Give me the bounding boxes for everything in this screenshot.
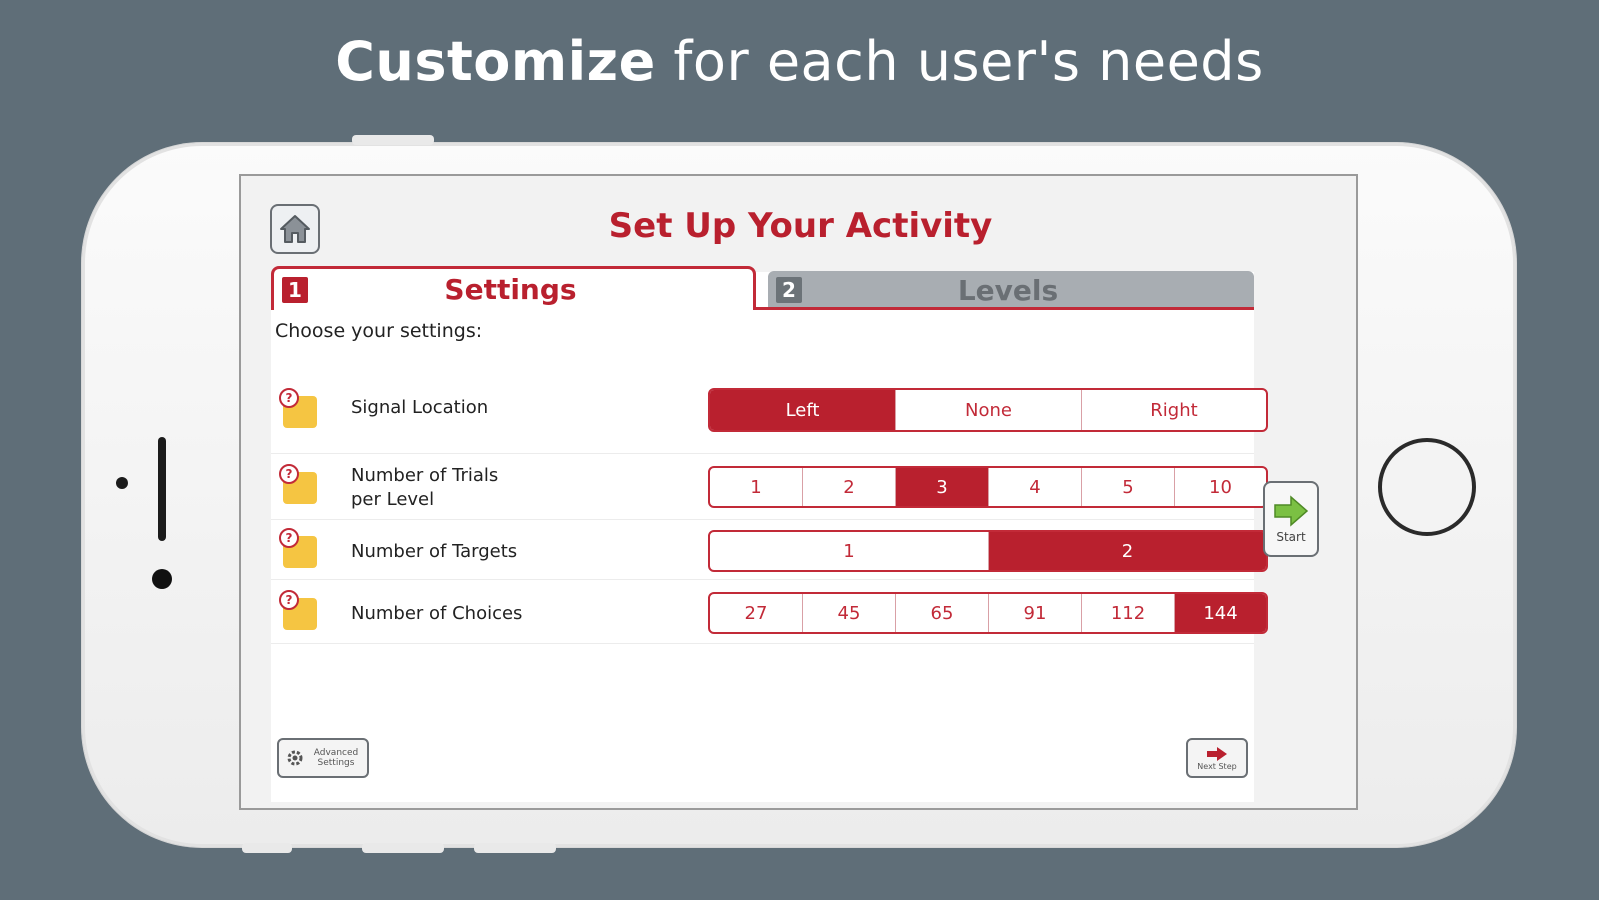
tab-settings-number: 1 — [282, 276, 308, 303]
headline-bold: Customize — [335, 30, 656, 93]
phone-camera — [152, 569, 172, 589]
advanced-label-line2: Settings — [317, 758, 355, 768]
advanced-label-line1: Advanced — [313, 748, 359, 758]
next-step-button[interactable]: Next Step — [1186, 738, 1248, 778]
choices-selector: 27 45 65 91 112 144 — [708, 592, 1268, 634]
trials-option[interactable]: 1 — [710, 468, 803, 506]
choices-option[interactable]: 65 — [896, 594, 989, 632]
start-arrow-icon — [1274, 495, 1309, 527]
phone-bottom-button-2 — [362, 843, 444, 853]
trials-option[interactable]: 10 — [1175, 468, 1266, 506]
help-icon[interactable]: ? — [279, 464, 299, 484]
advanced-settings-label: Advanced Settings — [305, 748, 367, 768]
page-title: Set Up Your Activity — [608, 206, 993, 246]
choices-option[interactable]: 45 — [803, 594, 896, 632]
help-icon[interactable]: ? — [279, 528, 299, 548]
trials-option[interactable]: 5 — [1082, 468, 1175, 506]
trials-label-line1: Number of Trials — [351, 465, 499, 486]
choices-option[interactable]: 27 — [710, 594, 803, 632]
trials-selector: 1 2 3 4 5 10 — [708, 466, 1268, 508]
trials-option[interactable]: 3 — [896, 468, 989, 506]
choices-label: Number of Choices — [351, 603, 523, 624]
trials-label: Number of Trials per Level — [351, 464, 498, 512]
next-arrow-icon — [1207, 746, 1227, 761]
targets-icon: ? — [279, 528, 319, 568]
signal-location-option-left[interactable]: Left — [710, 390, 896, 430]
choices-icon: ? — [279, 590, 319, 630]
signal-location-icon: ? — [279, 388, 319, 428]
phone-sensor — [116, 477, 128, 489]
phone-bottom-button-3 — [474, 843, 556, 853]
tab-settings-label: Settings — [444, 273, 577, 306]
help-icon[interactable]: ? — [279, 590, 299, 610]
headline: Customize for each user's needs — [0, 30, 1599, 93]
advanced-settings-button[interactable]: Advanced Settings — [277, 738, 369, 778]
choices-option[interactable]: 144 — [1175, 594, 1266, 632]
signal-location-option-right[interactable]: Right — [1082, 390, 1266, 430]
setting-row-signal-location: ? Signal Location Left None Right — [271, 366, 1268, 454]
targets-option[interactable]: 2 — [989, 532, 1266, 570]
tab-levels[interactable]: 2 Levels — [768, 271, 1254, 309]
signal-location-option-none[interactable]: None — [896, 390, 1082, 430]
phone-top-button — [352, 135, 434, 145]
tab-underline — [756, 307, 1254, 310]
trials-option[interactable]: 4 — [989, 468, 1082, 506]
signal-location-label: Signal Location — [351, 397, 489, 418]
phone-bottom-button-1 — [242, 843, 292, 853]
tab-levels-number: 2 — [776, 277, 802, 303]
phone-speaker — [158, 437, 166, 541]
choices-option[interactable]: 91 — [989, 594, 1082, 632]
instruction-text: Choose your settings: — [275, 320, 483, 342]
setting-row-targets: ? Number of Targets 1 2 — [271, 522, 1268, 580]
phone-frame: Set Up Your Activity 1 Settings 2 Levels… — [82, 135, 1516, 853]
headline-rest: for each user's needs — [655, 30, 1264, 93]
tab-levels-label: Levels — [957, 273, 1059, 307]
app-screen: Set Up Your Activity 1 Settings 2 Levels… — [239, 174, 1358, 810]
tab-settings[interactable]: 1 Settings — [271, 266, 756, 310]
setting-row-trials: ? Number of Trials per Level 1 2 3 4 5 1… — [271, 456, 1268, 520]
targets-option[interactable]: 1 — [710, 532, 989, 570]
next-step-label: Next Step — [1197, 761, 1237, 771]
gear-icon — [287, 750, 303, 766]
setting-row-choices: ? Number of Choices 27 45 65 91 112 144 — [271, 582, 1268, 644]
start-label: Start — [1276, 530, 1306, 544]
trials-option[interactable]: 2 — [803, 468, 896, 506]
start-button[interactable]: Start — [1263, 481, 1319, 557]
signal-location-selector: Left None Right — [708, 388, 1268, 432]
trials-icon: ? — [279, 464, 319, 504]
targets-label: Number of Targets — [351, 541, 518, 562]
choices-option[interactable]: 112 — [1082, 594, 1175, 632]
phone-home-button — [1378, 438, 1476, 536]
help-icon[interactable]: ? — [279, 388, 299, 408]
trials-label-line2: per Level — [351, 489, 435, 510]
targets-selector: 1 2 — [708, 530, 1268, 572]
